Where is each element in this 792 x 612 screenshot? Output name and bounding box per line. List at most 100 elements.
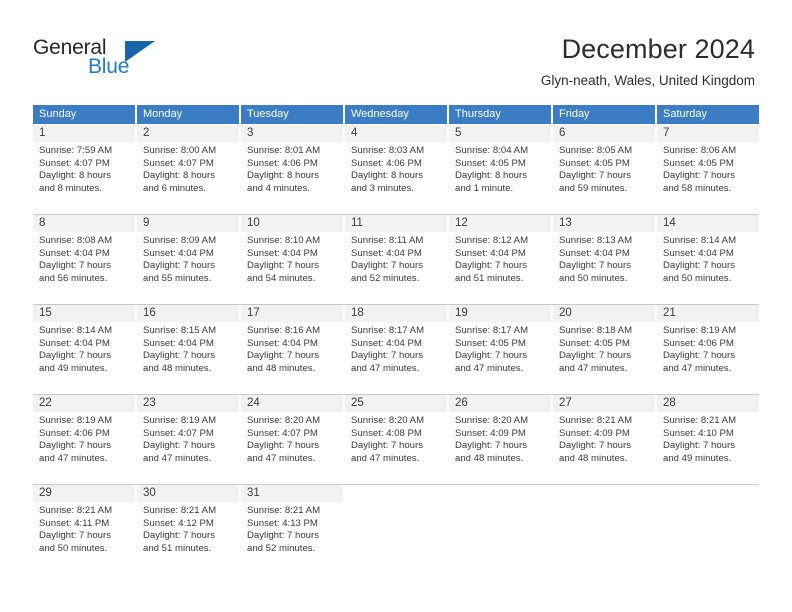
day-info: Sunrise: 8:10 AM Sunset: 4:04 PM Daylight:… [241, 232, 343, 285]
day-cell[interactable]: 10 Sunrise: 8:10 AM Sunset: 4:04 PM Dayligh… [239, 215, 343, 304]
day-info: Sunrise: 8:20 AM Sunset: 4:07 PM Daylight:… [241, 412, 343, 465]
day-cell[interactable]: 27 Sunrise: 8:21 AM Sunset: 4:09 PM Dayligh… [551, 395, 655, 484]
day-info: Sunrise: 8:00 AM Sunset: 4:07 PM Daylight:… [137, 142, 239, 195]
day-cell[interactable]: 8 Sunrise: 8:08 AM Sunset: 4:04 PM Daylight… [33, 215, 135, 304]
daylight-text-line1: Daylight: 8 hours [39, 170, 111, 182]
calendar-weeks: 1 Sunrise: 7:59 AM Sunset: 4:07 PM Daylight… [33, 124, 759, 574]
day-info: Sunrise: 8:20 AM Sunset: 4:09 PM Daylight:… [449, 412, 551, 465]
sunset-text: Sunset: 4:05 PM [559, 157, 630, 169]
day-cell[interactable]: 29 Sunrise: 8:21 AM Sunset: 4:11 PM Dayligh… [33, 485, 135, 574]
daylight-text-line1: Daylight: 7 hours [455, 260, 527, 272]
daylight-text-line1: Daylight: 7 hours [39, 440, 111, 452]
weekday-header-saturday: Saturday [655, 105, 759, 124]
sunrise-text: Sunrise: 7:59 AM [39, 145, 113, 156]
daylight-text-line2: and 6 minutes. [143, 182, 206, 194]
sunset-text: Sunset: 4:13 PM [247, 517, 318, 529]
daylight-text-line2: and 48 minutes. [455, 452, 524, 464]
sunset-text: Sunset: 4:07 PM [143, 427, 214, 439]
sunset-text: Sunset: 4:04 PM [143, 337, 214, 349]
daylight-text-line2: and 47 minutes. [247, 452, 316, 464]
page-title: December 2024 [561, 34, 755, 64]
generalblue-logo[interactable]: General Blue [33, 36, 203, 88]
day-cell[interactable]: 18 Sunrise: 8:17 AM Sunset: 4:04 PM Dayligh… [343, 305, 447, 394]
sunset-text: Sunset: 4:04 PM [247, 337, 318, 349]
daylight-text-line1: Daylight: 7 hours [663, 350, 735, 362]
day-cell[interactable]: 16 Sunrise: 8:15 AM Sunset: 4:04 PM Dayligh… [135, 305, 239, 394]
day-cell[interactable]: 20 Sunrise: 8:18 AM Sunset: 4:05 PM Dayligh… [551, 305, 655, 394]
day-cell[interactable]: 4 Sunrise: 8:03 AM Sunset: 4:06 PM Daylight… [343, 125, 447, 214]
title-block: December 2024 Glyn-neath, Wales, United … [541, 33, 755, 90]
page-header: General Blue December 2024 Glyn-neath, W… [0, 0, 792, 100]
day-number: 22 [33, 395, 135, 412]
day-info [553, 502, 655, 505]
daylight-text-line1: Daylight: 7 hours [247, 530, 319, 542]
day-cell[interactable]: 22 Sunrise: 8:19 AM Sunset: 4:06 PM Dayligh… [33, 395, 135, 484]
sunrise-text: Sunrise: 8:15 AM [143, 325, 217, 336]
daylight-text-line1: Daylight: 7 hours [247, 260, 319, 272]
day-cell[interactable]: 26 Sunrise: 8:20 AM Sunset: 4:09 PM Dayligh… [447, 395, 551, 484]
calendar-week-row: 8 Sunrise: 8:08 AM Sunset: 4:04 PM Daylight… [33, 214, 759, 304]
sunset-text: Sunset: 4:04 PM [143, 247, 214, 259]
day-number: 11 [345, 215, 447, 232]
sunrise-text: Sunrise: 8:20 AM [247, 415, 321, 426]
day-cell[interactable]: 5 Sunrise: 8:04 AM Sunset: 4:05 PM Daylight… [447, 125, 551, 214]
day-number: 28 [657, 395, 759, 412]
day-info: Sunrise: 8:21 AM Sunset: 4:10 PM Daylight:… [657, 412, 759, 465]
sunrise-text: Sunrise: 8:20 AM [455, 415, 529, 426]
weekday-header-monday: Monday [135, 105, 239, 124]
daylight-text-line1: Daylight: 8 hours [455, 170, 527, 182]
day-cell[interactable]: 23 Sunrise: 8:19 AM Sunset: 4:07 PM Dayligh… [135, 395, 239, 484]
daylight-text-line1: Daylight: 7 hours [143, 350, 215, 362]
day-cell[interactable]: 3 Sunrise: 8:01 AM Sunset: 4:06 PM Daylight… [239, 125, 343, 214]
sunrise-text: Sunrise: 8:21 AM [247, 505, 321, 516]
sunset-text: Sunset: 4:04 PM [559, 247, 630, 259]
sunrise-text: Sunrise: 8:09 AM [143, 235, 217, 246]
day-number: 30 [137, 485, 239, 502]
day-cell[interactable]: 11 Sunrise: 8:11 AM Sunset: 4:04 PM Dayligh… [343, 215, 447, 304]
day-info: Sunrise: 8:20 AM Sunset: 4:08 PM Daylight:… [345, 412, 447, 465]
daylight-text-line1: Daylight: 7 hours [559, 170, 631, 182]
sunset-text: Sunset: 4:05 PM [559, 337, 630, 349]
day-cell[interactable]: 19 Sunrise: 8:17 AM Sunset: 4:05 PM Dayligh… [447, 305, 551, 394]
sunrise-text: Sunrise: 8:14 AM [39, 325, 113, 336]
day-cell[interactable]: 9 Sunrise: 8:09 AM Sunset: 4:04 PM Daylight… [135, 215, 239, 304]
day-cell[interactable]: 17 Sunrise: 8:16 AM Sunset: 4:04 PM Dayligh… [239, 305, 343, 394]
day-number: 15 [33, 305, 135, 322]
day-info: Sunrise: 8:16 AM Sunset: 4:04 PM Daylight:… [241, 322, 343, 375]
day-cell[interactable]: 1 Sunrise: 7:59 AM Sunset: 4:07 PM Daylight… [33, 125, 135, 214]
day-cell[interactable]: 2 Sunrise: 8:00 AM Sunset: 4:07 PM Daylight… [135, 125, 239, 214]
daylight-text-line2: and 47 minutes. [663, 362, 732, 374]
weekday-header-friday: Friday [551, 105, 655, 124]
day-cell[interactable]: 28 Sunrise: 8:21 AM Sunset: 4:10 PM Dayligh… [655, 395, 759, 484]
daylight-text-line1: Daylight: 8 hours [143, 170, 215, 182]
daylight-text-line1: Daylight: 7 hours [247, 440, 319, 452]
daylight-text-line2: and 48 minutes. [247, 362, 316, 374]
sunset-text: Sunset: 4:12 PM [143, 517, 214, 529]
day-cell[interactable]: 13 Sunrise: 8:13 AM Sunset: 4:04 PM Dayligh… [551, 215, 655, 304]
sunset-text: Sunset: 4:06 PM [39, 427, 110, 439]
day-cell[interactable]: 24 Sunrise: 8:20 AM Sunset: 4:07 PM Dayligh… [239, 395, 343, 484]
day-cell[interactable]: 31 Sunrise: 8:21 AM Sunset: 4:13 PM Dayligh… [239, 485, 343, 574]
sunset-text: Sunset: 4:04 PM [351, 247, 422, 259]
day-number: 21 [657, 305, 759, 322]
sunset-text: Sunset: 4:06 PM [663, 337, 734, 349]
day-cell[interactable]: 12 Sunrise: 8:12 AM Sunset: 4:04 PM Dayligh… [447, 215, 551, 304]
day-cell[interactable]: 6 Sunrise: 8:05 AM Sunset: 4:05 PM Daylight… [551, 125, 655, 214]
day-cell[interactable]: 14 Sunrise: 8:14 AM Sunset: 4:04 PM Dayligh… [655, 215, 759, 304]
day-cell[interactable]: 15 Sunrise: 8:14 AM Sunset: 4:04 PM Dayligh… [33, 305, 135, 394]
day-cell[interactable]: 21 Sunrise: 8:19 AM Sunset: 4:06 PM Dayligh… [655, 305, 759, 394]
day-cell[interactable]: 7 Sunrise: 8:06 AM Sunset: 4:05 PM Daylight… [655, 125, 759, 214]
day-info [345, 502, 447, 505]
sunrise-text: Sunrise: 8:14 AM [663, 235, 737, 246]
daylight-text-line2: and 52 minutes. [247, 542, 316, 554]
day-cell[interactable]: 30 Sunrise: 8:21 AM Sunset: 4:12 PM Dayligh… [135, 485, 239, 574]
sunrise-text: Sunrise: 8:19 AM [663, 325, 737, 336]
weekday-header-row: Sunday Monday Tuesday Wednesday Thursday Frid… [33, 105, 759, 124]
day-info: Sunrise: 8:05 AM Sunset: 4:05 PM Daylight:… [553, 142, 655, 195]
sunset-text: Sunset: 4:04 PM [351, 337, 422, 349]
calendar-week-row: 29 Sunrise: 8:21 AM Sunset: 4:11 PM Dayligh… [33, 484, 759, 574]
sunrise-text: Sunrise: 8:19 AM [39, 415, 113, 426]
sunset-text: Sunset: 4:04 PM [39, 247, 110, 259]
day-cell[interactable]: 25 Sunrise: 8:20 AM Sunset: 4:08 PM Dayligh… [343, 395, 447, 484]
daylight-text-line2: and 47 minutes. [455, 362, 524, 374]
